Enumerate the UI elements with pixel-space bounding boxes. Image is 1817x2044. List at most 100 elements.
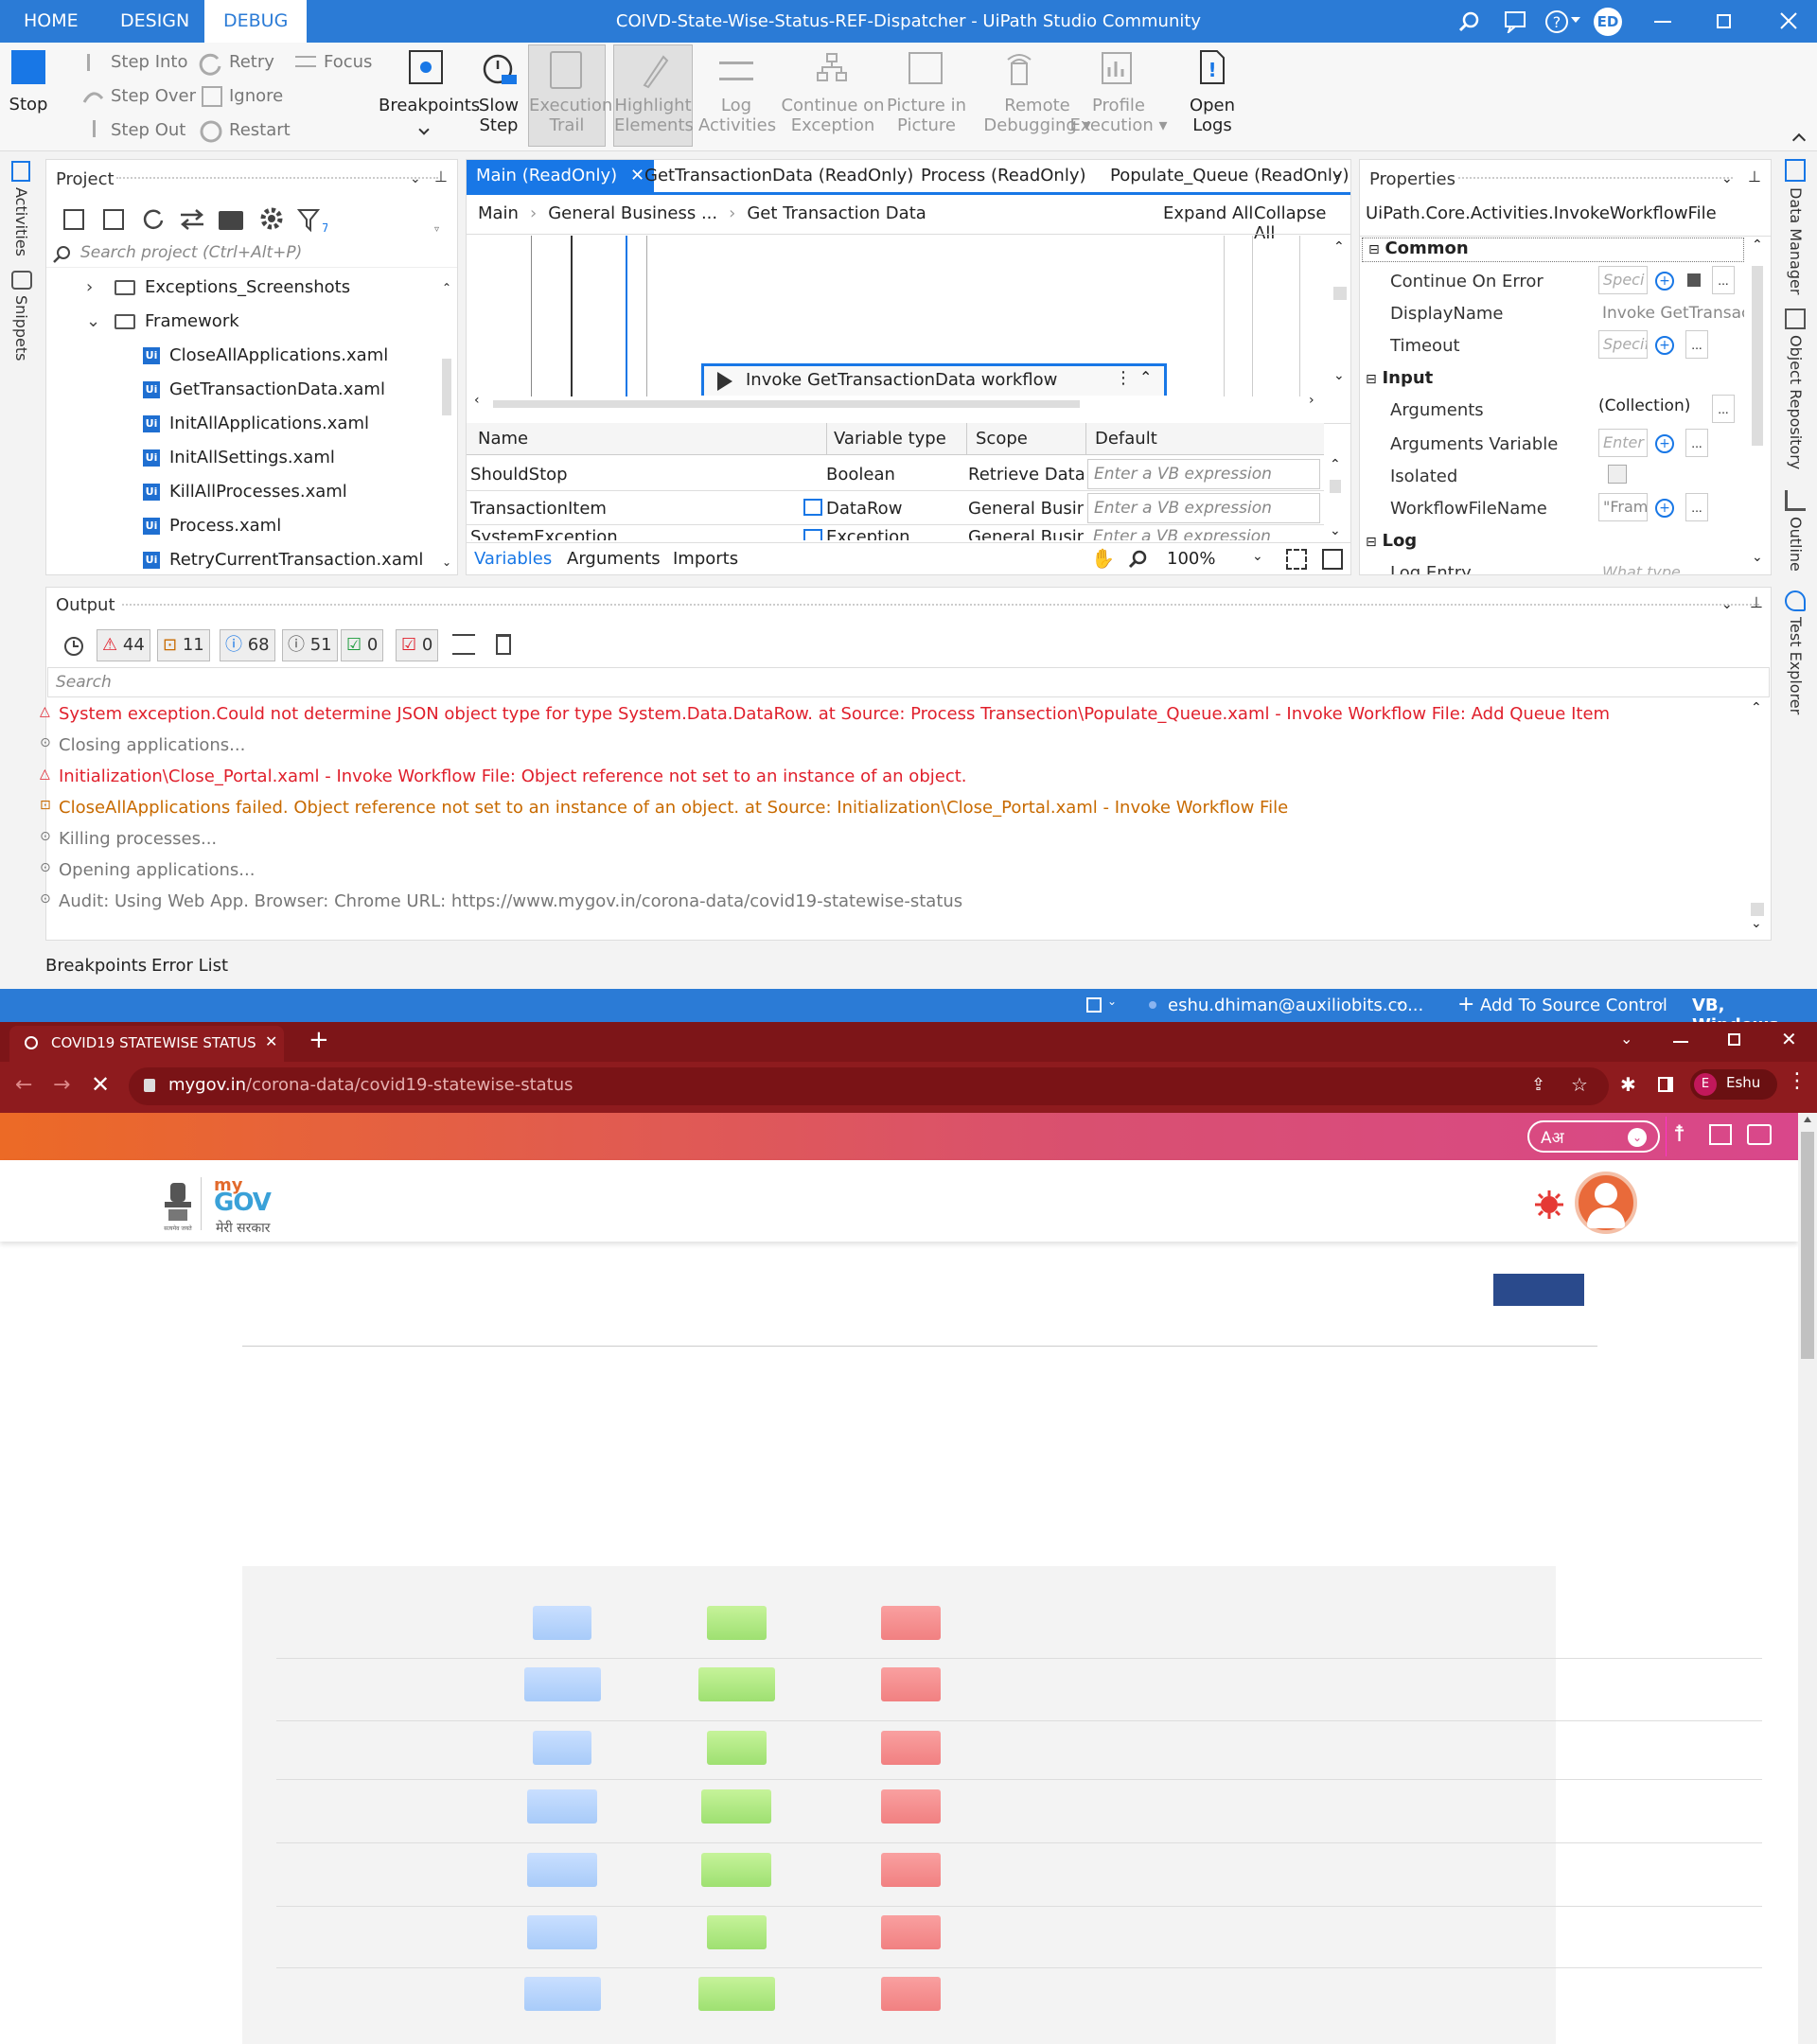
log-entry-row[interactable]: Log Entry What type (1360, 563, 1748, 574)
url-text[interactable]: mygov.in/corona-data/covid19-statewise-s… (168, 1075, 573, 1095)
close-icon[interactable]: ✕ (1781, 1028, 1797, 1050)
feedback-icon[interactable] (1503, 10, 1527, 33)
back-icon[interactable]: ← (15, 1073, 32, 1097)
log-line-trace[interactable]: ⊙ Killing processes... (40, 829, 217, 849)
log-line-error[interactable]: △ System exception.Could not determine JS… (40, 704, 1610, 724)
chevron-down-icon[interactable] (418, 124, 430, 135)
variable-type[interactable]: Boolean (826, 465, 959, 485)
doc-tab-process[interactable]: Process (ReadOnly) (911, 160, 1096, 192)
step-into-button[interactable]: Step Into (111, 52, 188, 72)
browser-tab[interactable]: COVID19 STATEWISE STATUS | M ✕ (9, 1026, 284, 1062)
slow-step-button[interactable]: Slow Step (473, 96, 524, 135)
table-row[interactable]: ShouldStop Boolean Retrieve Data Enter a… (467, 457, 1324, 491)
filter-success-button[interactable]: ☑ 0 (341, 629, 384, 661)
plus-icon[interactable]: + (1655, 272, 1674, 291)
chevron-down-icon[interactable]: ⌄ (1721, 171, 1733, 186)
doc-tab-main[interactable]: Main (ReadOnly) ✕ (467, 160, 655, 192)
close-icon[interactable] (1779, 11, 1798, 30)
overview-icon[interactable] (1322, 549, 1343, 570)
continue-on-exception-button[interactable]: Continue on Exception (776, 96, 890, 135)
plus-icon[interactable]: + (1655, 434, 1674, 453)
tab-imports[interactable]: Imports (673, 549, 738, 569)
annotation-icon[interactable] (803, 499, 822, 516)
restart-button[interactable]: Restart (229, 120, 291, 140)
display-name-input[interactable]: Invoke GetTransac (1602, 304, 1744, 323)
hand-icon[interactable]: ✋ (1091, 547, 1115, 570)
continue-on-error-input[interactable]: Speci (1598, 266, 1648, 294)
tab-debug[interactable]: DEBUG (204, 0, 308, 43)
ellipsis-button[interactable]: ... (1685, 493, 1708, 521)
filter-warnings-button[interactable]: ⊡ 11 (157, 629, 210, 661)
workflow-file-name-input[interactable]: "Framewc (1598, 493, 1648, 521)
snippets-panel-tab[interactable]: Snippets (12, 295, 30, 361)
profile-chip[interactable]: E Eshu (1690, 1069, 1777, 1100)
tree-folder-framework[interactable]: ⌄ Framework (86, 311, 239, 331)
canvas-vscroll[interactable]: ⌃ ⌄ (1330, 239, 1349, 391)
stop-icon[interactable] (11, 50, 45, 84)
add-to-source-control-button[interactable]: Add To Source Control (1480, 996, 1667, 1015)
variable-scope[interactable]: Retrieve Data (968, 465, 1084, 485)
default-expression-input[interactable]: Enter a VB expression (1094, 465, 1272, 484)
mygov-logo-gov[interactable]: GOV (214, 1189, 272, 1217)
tree-file[interactable]: Ui GetTransactionData.xaml (143, 379, 385, 399)
zoom-icon[interactable] (1127, 549, 1148, 570)
table-row[interactable]: TransactionItem DataRow General Busines … (467, 491, 1324, 525)
breakpoints-button[interactable]: Breakpoints (379, 96, 480, 115)
variable-scope[interactable]: General Busines (968, 499, 1084, 519)
properties-vscroll[interactable]: ⌃ ⌄ (1748, 238, 1769, 573)
tab-error-list[interactable]: Error List (151, 956, 228, 976)
expand-all-icon[interactable] (63, 209, 84, 230)
default-expression-input[interactable]: Enter a VB expression (1094, 499, 1272, 518)
column-header[interactable]: Default (1095, 429, 1157, 449)
tree-file[interactable]: Ui RetryCurrentTransaction.xaml (143, 550, 423, 570)
gear-icon[interactable] (258, 205, 285, 232)
zoom-level[interactable]: 100% (1167, 549, 1215, 569)
refresh-icon[interactable] (141, 207, 166, 232)
share-icon[interactable]: ⇪ (1531, 1075, 1545, 1095)
ellipsis-button[interactable]: ... (1685, 429, 1708, 457)
doc-tab-populate-queue[interactable]: Populate_Queue (ReadOnly) (1101, 160, 1359, 192)
tree-file[interactable]: Ui KillAllProcesses.xaml (143, 482, 347, 502)
project-search-input[interactable]: Search project (Ctrl+Alt+P) (80, 243, 302, 262)
default-expression-input[interactable]: Enter a VB expression (1093, 527, 1271, 540)
log-activities-button[interactable]: Log Activities (698, 96, 776, 135)
folder-icon[interactable] (219, 211, 243, 230)
log-line-error[interactable]: △ Initialization\Close_Portal.xaml - Invo… (40, 766, 967, 786)
collapse-ribbon-icon[interactable] (1791, 132, 1807, 148)
user-login-avatar[interactable] (1575, 1172, 1637, 1234)
search-icon[interactable] (1457, 10, 1480, 33)
covid-virus-icon[interactable] (1533, 1189, 1565, 1221)
designer-canvas[interactable]: Invoke GetTransactionData workflow ⋮ ⌃ (467, 236, 1328, 396)
expand-all-link[interactable]: Expand All (1163, 203, 1253, 223)
project-scrollbar[interactable]: ⌃ ⌄ (438, 273, 455, 574)
tab-search-icon[interactable]: ⌄ (1620, 1030, 1632, 1048)
sync-icon[interactable] (179, 207, 205, 232)
outline-panel-tab[interactable]: Outline (1787, 517, 1805, 572)
collapse-icon[interactable]: ⌃ (1139, 368, 1152, 386)
test-explorer-panel-tab[interactable]: Test Explorer (1787, 617, 1805, 714)
help-icon[interactable]: ? (1544, 9, 1569, 34)
user-add-icon[interactable] (1747, 1124, 1772, 1145)
screen-reader-icon[interactable] (1709, 1124, 1732, 1145)
project-search[interactable]: Search project (Ctrl+Alt+P) (46, 239, 457, 268)
list-options-icon[interactable] (452, 634, 475, 655)
chevron-down-icon[interactable]: ⌄ (410, 171, 421, 186)
minimize-icon[interactable] (1654, 21, 1671, 23)
object-repository-panel-tab[interactable]: Object Repository (1787, 335, 1805, 469)
restore-icon[interactable] (1717, 14, 1731, 28)
table-row[interactable]: SystemException Exception General Busin e… (467, 527, 1324, 540)
trash-icon[interactable] (496, 634, 511, 655)
chevron-down-icon[interactable]: ⌄ (1332, 166, 1343, 181)
filter-info-button[interactable]: ⓘ 68 (220, 629, 275, 661)
variable-type[interactable]: Exception (826, 527, 959, 540)
ellipsis-button[interactable]: ... (1685, 330, 1708, 359)
category-log[interactable]: ⊟ Log (1366, 531, 1417, 551)
scroll-thumb[interactable] (1801, 1132, 1814, 1359)
variable-scope[interactable]: General Busines (968, 527, 1084, 540)
star-icon[interactable]: ☆ (1571, 1073, 1588, 1096)
execution-trail-button[interactable]: Execution Trail (528, 44, 612, 147)
annotation-icon[interactable] (803, 529, 822, 540)
breadcrumb-item[interactable]: Main (478, 203, 519, 223)
tree-file[interactable]: Ui Process.xaml (143, 516, 281, 536)
tree-file[interactable]: Ui InitAllApplications.xaml (143, 414, 369, 433)
